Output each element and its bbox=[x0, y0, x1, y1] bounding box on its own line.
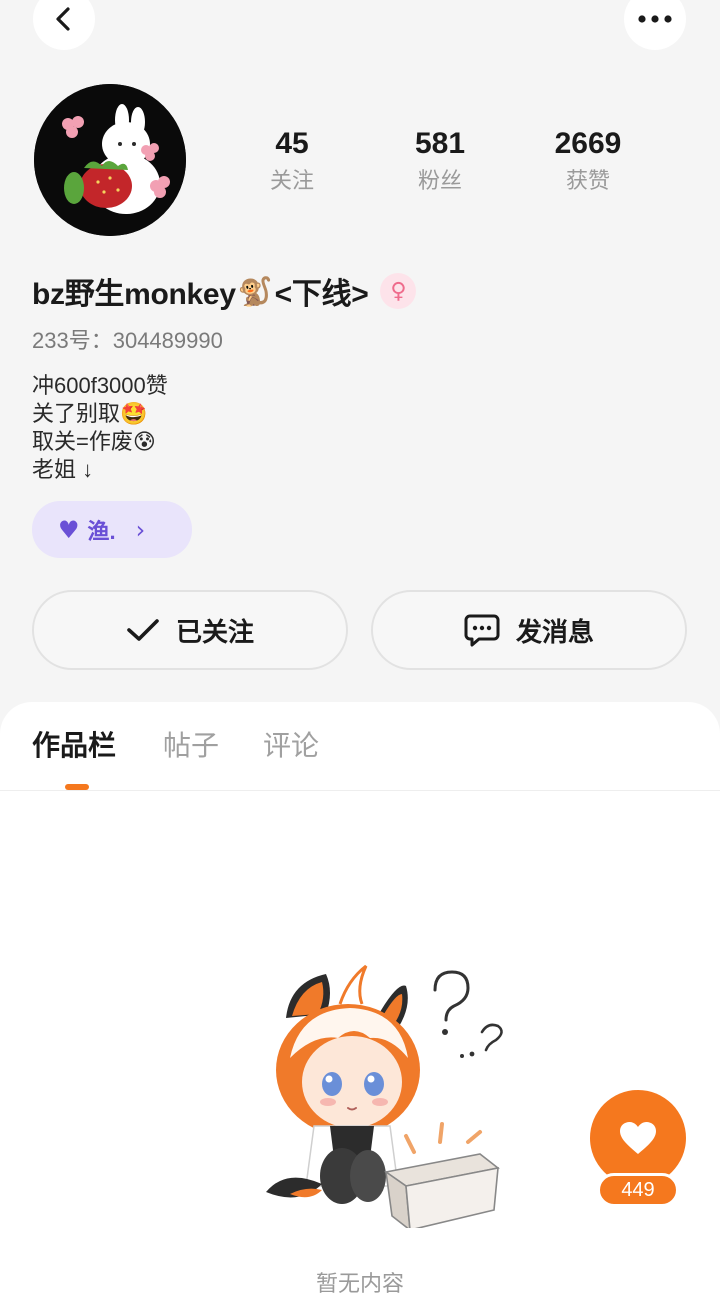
tab-bar: 作品栏 帖子 评论 bbox=[0, 702, 720, 791]
female-gender-icon: ♀ bbox=[380, 273, 417, 309]
following-count: 45 bbox=[275, 127, 309, 160]
more-dots-icon bbox=[638, 15, 672, 23]
chevron-right-icon: › bbox=[135, 515, 146, 544]
avatar-image bbox=[34, 84, 186, 236]
fans-label: 粉丝 bbox=[417, 168, 462, 193]
check-icon bbox=[127, 619, 159, 641]
like-float-button[interactable] bbox=[590, 1090, 686, 1186]
tab-comments[interactable]: 评论 bbox=[263, 726, 319, 766]
following-button[interactable]: 已关注 bbox=[32, 590, 348, 670]
user-id: 233号：304489990 bbox=[32, 326, 223, 356]
chat-bubble-icon bbox=[464, 614, 500, 647]
tab-posts[interactable]: 帖子 bbox=[163, 726, 219, 766]
more-button[interactable] bbox=[624, 0, 686, 50]
likes-count: 2669 bbox=[554, 127, 622, 160]
like-count-badge: 449 bbox=[597, 1173, 679, 1207]
tab-works[interactable]: 作品栏 bbox=[32, 726, 116, 766]
relation-tag-label: 渔. bbox=[87, 518, 116, 544]
send-message-label: 发消息 bbox=[515, 616, 594, 647]
username: bz野生monkey bbox=[32, 278, 236, 311]
purple-heart-icon: ♥ bbox=[58, 515, 80, 544]
following-button-label: 已关注 bbox=[175, 616, 254, 647]
heart-icon bbox=[620, 1122, 656, 1154]
user-id-label: 233号： bbox=[32, 328, 113, 353]
send-message-button[interactable]: 发消息 bbox=[371, 590, 687, 670]
bio-line: 关了别取🤩 bbox=[32, 401, 148, 426]
fans-count: 581 bbox=[414, 127, 466, 160]
username-suffix: <下线> bbox=[274, 278, 369, 311]
empty-state-illustration bbox=[266, 964, 503, 1228]
bio-line: 取关=作废😰 bbox=[32, 429, 156, 454]
username-row: bz野生monkey 🐒 <下线> ♀ bbox=[32, 268, 417, 314]
likes-label: 获赞 bbox=[565, 168, 610, 193]
bio-line: 冲600f3000赞 bbox=[32, 373, 168, 398]
chevron-left-icon bbox=[56, 7, 70, 31]
user-id-value: 304489990 bbox=[112, 328, 223, 353]
back-button[interactable] bbox=[33, 0, 95, 50]
bio: 冲600f3000赞 关了别取🤩 取关=作废😰 老姐 ↓ bbox=[32, 372, 168, 484]
empty-state-text: 暂无内容 bbox=[315, 1271, 404, 1296]
avatar[interactable] bbox=[34, 84, 186, 236]
bio-line: 老姐 ↓ bbox=[32, 457, 94, 482]
stat-likes[interactable]: 2669 获赞 bbox=[518, 126, 658, 196]
active-tab-indicator bbox=[65, 784, 89, 790]
content-card: 作品栏 帖子 评论 暂无内容 bbox=[0, 702, 720, 1302]
stat-following[interactable]: 45 关注 bbox=[222, 126, 362, 196]
relation-tag-chip[interactable]: ♥ 渔. › bbox=[32, 501, 192, 558]
monkey-icon: 🐒 bbox=[237, 275, 273, 307]
following-label: 关注 bbox=[269, 168, 314, 193]
stat-fans[interactable]: 581 粉丝 bbox=[370, 126, 510, 196]
